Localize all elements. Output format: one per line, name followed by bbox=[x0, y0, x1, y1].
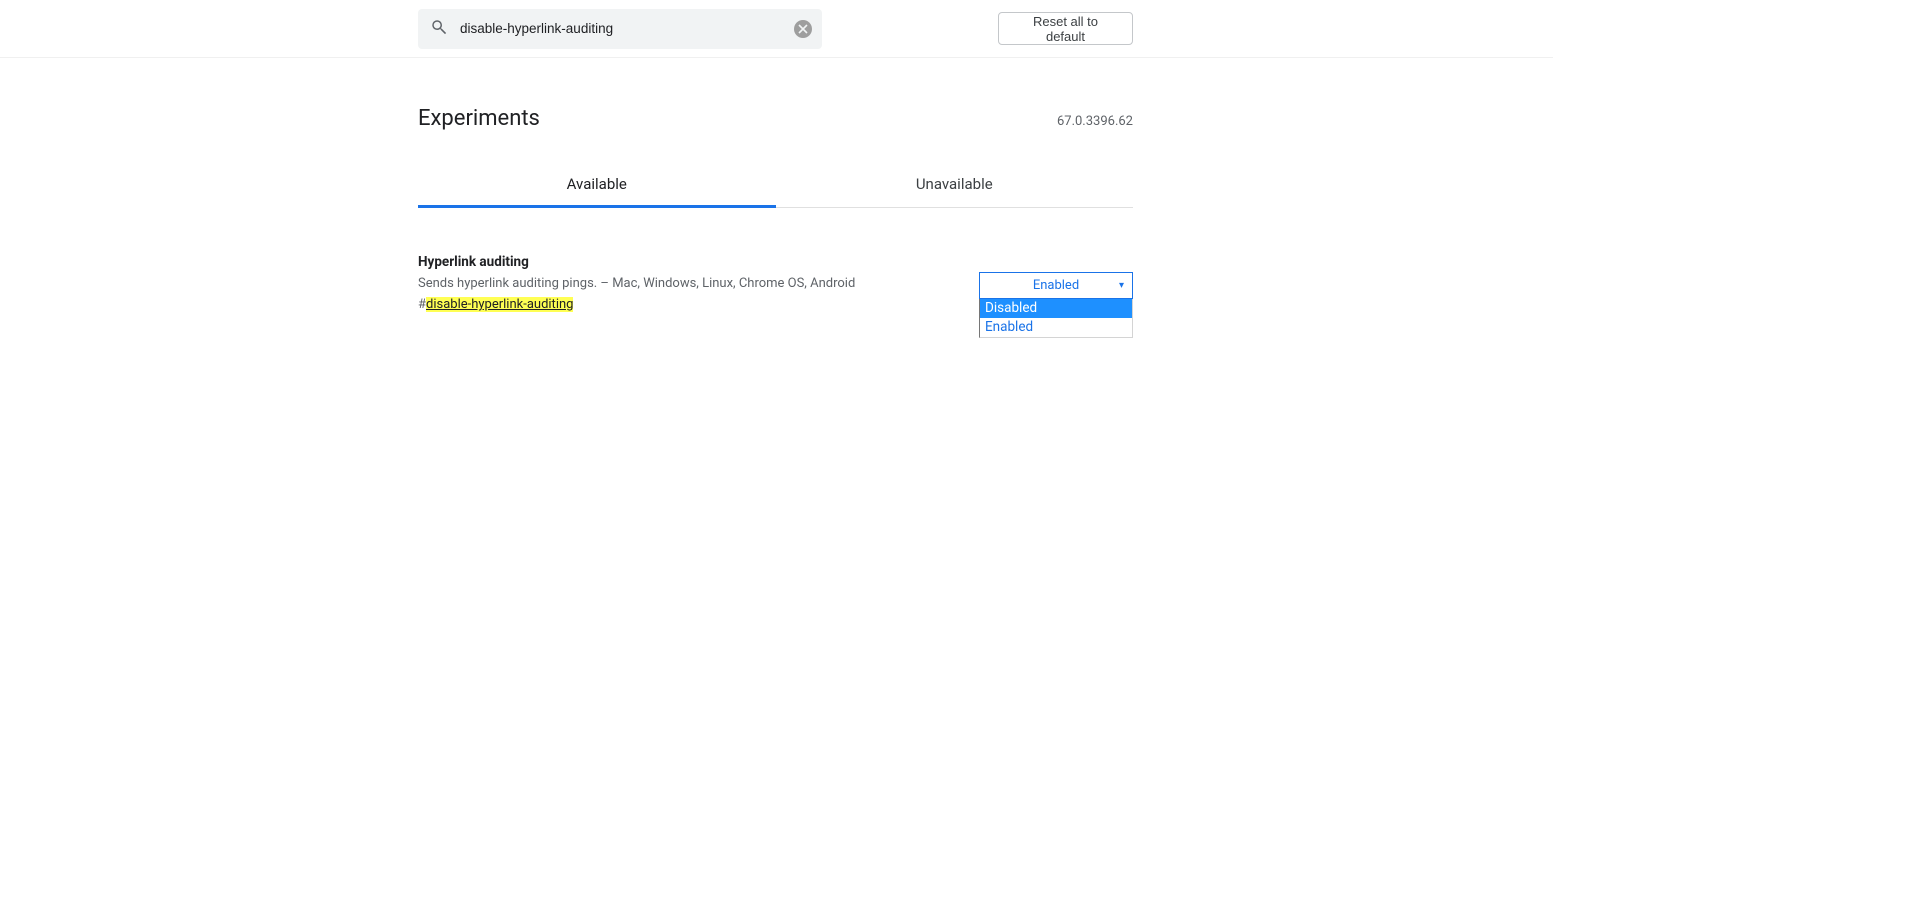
flag-select-dropdown: Disabled Enabled bbox=[979, 299, 1133, 338]
flag-option-disabled[interactable]: Disabled bbox=[980, 299, 1132, 318]
flag-option-enabled[interactable]: Enabled bbox=[980, 318, 1132, 337]
page-scroll-container[interactable]: Reset all to default Experiments 67.0.33… bbox=[0, 0, 1553, 910]
flag-id-hash: # bbox=[418, 297, 426, 312]
tab-unavailable[interactable]: Unavailable bbox=[776, 163, 1134, 207]
main-content: Experiments 67.0.3396.62 Available Unava… bbox=[418, 58, 1133, 312]
flag-select[interactable]: Enabled Disabled Enabled bbox=[979, 272, 1133, 299]
flag-id-highlight: disable-hyperlink-auditing bbox=[426, 297, 573, 312]
reset-all-button[interactable]: Reset all to default bbox=[998, 12, 1133, 45]
flag-title: Hyperlink auditing bbox=[418, 254, 955, 270]
clear-search-icon[interactable] bbox=[794, 20, 812, 38]
search-box bbox=[418, 9, 822, 49]
tab-available[interactable]: Available bbox=[418, 163, 776, 207]
page-title: Experiments bbox=[418, 106, 540, 131]
flag-select-value[interactable]: Enabled bbox=[979, 272, 1133, 299]
flag-description: Sends hyperlink auditing pings. – Mac, W… bbox=[418, 276, 955, 291]
top-bar: Reset all to default bbox=[0, 0, 1553, 58]
tabs: Available Unavailable bbox=[418, 163, 1133, 208]
search-input[interactable] bbox=[458, 20, 784, 37]
flag-row: Hyperlink auditing Sends hyperlink audit… bbox=[418, 208, 1133, 312]
flag-id-link[interactable]: #disable-hyperlink-auditing bbox=[418, 297, 955, 312]
version-label: 67.0.3396.62 bbox=[1057, 114, 1133, 129]
search-icon bbox=[430, 18, 448, 40]
